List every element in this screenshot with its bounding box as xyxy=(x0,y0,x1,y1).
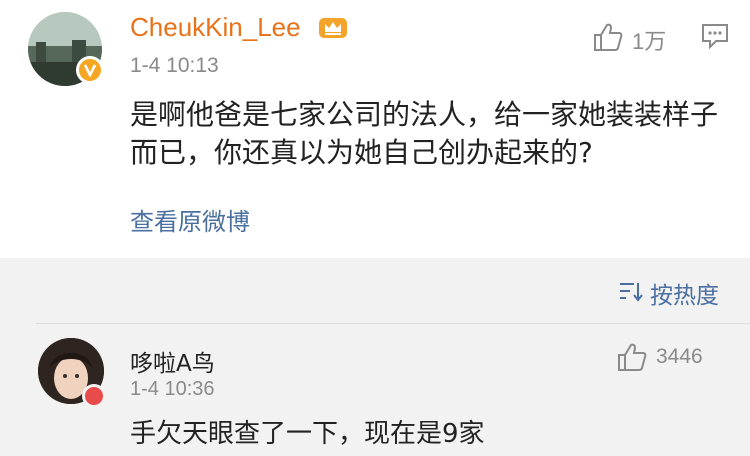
member-badge-icon xyxy=(82,384,106,408)
crown-icon xyxy=(319,18,347,38)
like-icon[interactable] xyxy=(592,22,624,52)
reply-timestamp: 1-4 10:36 xyxy=(130,378,215,400)
sort-by-popularity-button[interactable]: 按热度 xyxy=(650,276,719,310)
comment-text: 是啊他爸是七家公司的法人，给一家她装装样子而已，你还真以为她自己创办起来的? xyxy=(130,98,719,169)
sort-icon[interactable] xyxy=(618,280,644,302)
divider xyxy=(36,323,750,324)
comment-username[interactable]: CheukKin_Lee xyxy=(130,12,301,43)
reply-icon[interactable] xyxy=(700,22,730,50)
comment-timestamp: 1-4 10:13 xyxy=(130,54,219,77)
like-icon[interactable] xyxy=(616,342,648,372)
like-count: 1万 xyxy=(632,29,667,54)
reply-username[interactable]: 哆啦A鸟 xyxy=(130,344,215,378)
reply-like-count: 3446 xyxy=(656,345,703,368)
main-comment-card: CheukKin_Lee 1-4 10:13 1万 是啊他爸是七家公司的法人，给… xyxy=(0,0,750,258)
reply-text: 手欠天眼查了一下，现在是9家 xyxy=(130,419,485,449)
view-original-post-link[interactable]: 查看原微博 xyxy=(130,202,250,237)
verified-badge-icon xyxy=(76,56,104,84)
